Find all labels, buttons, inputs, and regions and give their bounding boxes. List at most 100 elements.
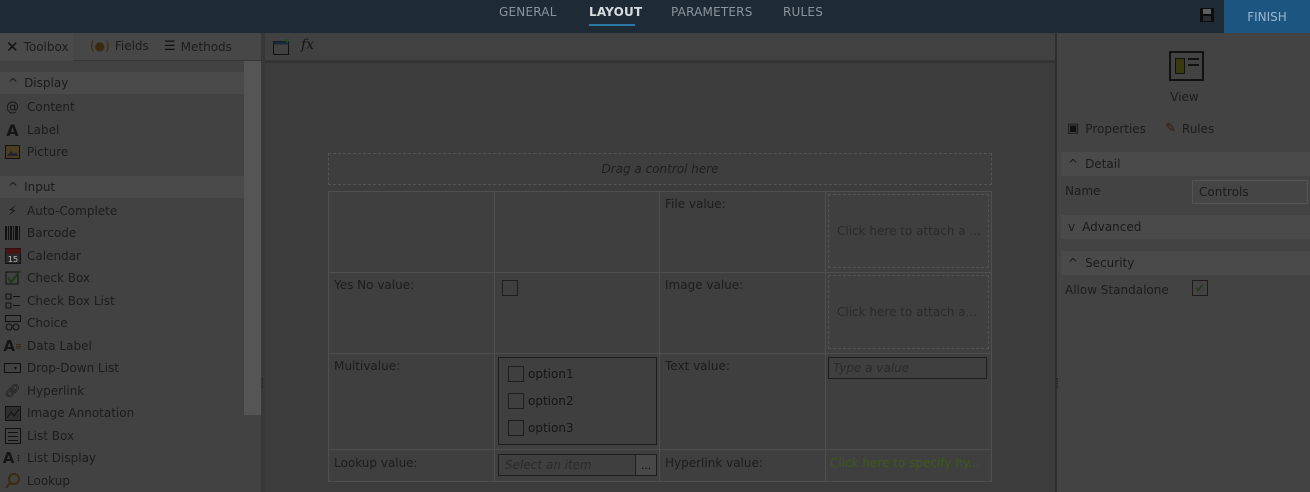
item-label: List Box (27, 429, 75, 443)
section-security-label: Security (1085, 256, 1135, 270)
toolbox-item-auto-complete[interactable]: ⚡ Auto-Complete (4, 201, 117, 221)
option-item[interactable]: option3 (508, 420, 574, 436)
name-label: Name (1065, 184, 1101, 198)
toolbox-item-label[interactable]: A Label (4, 120, 59, 140)
group-input[interactable]: ^ Input (0, 176, 244, 198)
item-label: Check Box List (27, 294, 115, 308)
tab-layout[interactable]: LAYOUT (589, 5, 642, 19)
text-value-label: Text value: (665, 359, 730, 373)
table-cell[interactable] (495, 192, 660, 273)
tab-properties-label: Properties (1085, 121, 1146, 136)
calendar-day: 15 (7, 255, 17, 264)
text-value-input[interactable]: Type a value (828, 357, 987, 379)
option-item[interactable]: option1 (508, 366, 574, 382)
name-field[interactable]: Controls (1192, 180, 1308, 204)
toolbox-scrollbar[interactable] (244, 61, 261, 415)
top-bar: GENERAL LAYOUT PARAMETERS RULES FINISH (0, 0, 1310, 33)
tab-rules-label: Rules (1181, 121, 1215, 136)
drop-zone[interactable]: Drag a control here (328, 153, 992, 185)
add-table-icon[interactable] (273, 38, 291, 56)
file-attachment[interactable]: Click here to attach a ... (828, 194, 989, 268)
toolbox-item-barcode[interactable]: Barcode (4, 223, 76, 243)
canvas-toolbar: fx (265, 33, 1055, 61)
item-label: List Display (27, 451, 97, 465)
toolbox-item-check-box-list[interactable]: Check Box List (4, 291, 115, 311)
option-checkbox[interactable] (508, 366, 524, 382)
tab-toolbox-label: Toolbox (23, 40, 69, 54)
splitter-grip (262, 378, 264, 388)
toolbox-item-list-display[interactable]: A ⋮ List Display (2, 448, 97, 468)
section-detail[interactable]: ^ Detail (1061, 152, 1310, 176)
chevron-up-icon: ^ (1068, 256, 1079, 270)
item-label: Picture (27, 145, 69, 159)
toolbox-item-choice[interactable]: Choice (4, 313, 68, 333)
tab-methods-label: Methods (180, 39, 232, 54)
allow-standalone-label: Allow Standalone (1065, 283, 1169, 297)
image-annotation-icon (4, 405, 21, 422)
allow-standalone-checkbox[interactable]: ✔ (1192, 280, 1208, 296)
layout-table: File value: Click here to attach a ... Y… (328, 191, 992, 482)
section-security[interactable]: ^ Security (1061, 251, 1310, 275)
tab-rules-panel[interactable]: ✎ Rules (1165, 121, 1214, 136)
image-value-label: Image value: (665, 278, 744, 292)
magnifier-icon (4, 473, 21, 490)
option-item[interactable]: option2 (508, 393, 574, 409)
checkbox-icon (4, 270, 21, 287)
toolbox-item-drop-down-list[interactable]: Drop-Down List (4, 358, 119, 378)
image-attachment[interactable]: Click here to attach a... (828, 275, 989, 349)
hyperlink-control[interactable]: Click here to specify hy... (830, 456, 980, 470)
option-checkbox[interactable] (508, 420, 524, 436)
lookup-button[interactable]: ... (635, 454, 657, 476)
toolbox-item-lookup[interactable]: Lookup (4, 471, 70, 491)
toolbox-item-content[interactable]: @ Content (4, 97, 75, 117)
active-tab-underline (589, 24, 635, 26)
option-checkbox[interactable] (508, 393, 524, 409)
lightning-icon: ⚡ (7, 203, 18, 219)
toolbox-item-picture[interactable]: Picture (4, 142, 68, 162)
tab-fields[interactable]: (●) Fields (90, 39, 149, 53)
group-display[interactable]: ^ Display (0, 72, 244, 94)
item-label: Image Annotation (27, 406, 135, 420)
tab-parameters[interactable]: PARAMETERS (671, 5, 753, 19)
multivalue-label: Multivalue: (334, 359, 401, 373)
toolbox-item-hyperlink[interactable]: 🔗︎ Hyperlink (4, 381, 84, 401)
section-advanced[interactable]: v Advanced (1061, 215, 1310, 239)
toolbox-item-check-box[interactable]: Check Box (4, 268, 90, 288)
at-sign-icon: @ (6, 99, 19, 115)
wrench-icon: ✕ (6, 38, 19, 56)
fields-icon: (●) (90, 39, 110, 53)
expression-icon[interactable]: fx (301, 37, 314, 53)
tab-toolbox[interactable]: ✕ Toolbox (0, 33, 73, 61)
tab-methods[interactable]: ☰ Methods (164, 39, 232, 54)
item-label: Content (27, 100, 75, 114)
tab-rules[interactable]: RULES (783, 5, 823, 19)
view-icon (1169, 51, 1204, 81)
save-icon[interactable] (1199, 7, 1215, 23)
chevron-down-icon: v (1068, 220, 1076, 234)
item-label: Hyperlink (27, 384, 85, 398)
item-label: Barcode (27, 226, 77, 240)
finish-button[interactable]: FINISH (1224, 0, 1310, 33)
toolbox-item-data-label[interactable]: A ≡ Data Label (3, 336, 92, 356)
letter-a-icon: A (6, 120, 19, 140)
yesno-value-label: Yes No value: (334, 278, 415, 292)
chevron-up-icon: ^ (1068, 157, 1079, 171)
option-label: option2 (528, 394, 574, 408)
toolbox-item-calendar[interactable]: 15 Calendar (4, 246, 81, 266)
tab-properties[interactable]: ▣ Properties (1067, 121, 1146, 136)
calendar-icon: 15 (4, 248, 21, 265)
table-cell[interactable] (495, 273, 660, 354)
tab-fields-label: Fields (114, 39, 149, 53)
item-label: Drop-Down List (27, 361, 119, 375)
list-display-icon: A ⋮ (2, 449, 23, 467)
yesno-checkbox[interactable] (502, 280, 518, 296)
section-advanced-label: Advanced (1082, 220, 1142, 234)
properties-icon: ▣ (1067, 121, 1080, 136)
layout-canvas: fx Drag a control here File value: Click… (265, 33, 1055, 492)
data-label-icon: A ≡ (3, 337, 22, 355)
table-cell[interactable] (329, 192, 495, 273)
tab-general[interactable]: GENERAL (499, 5, 557, 19)
lookup-input[interactable]: Select an item (498, 454, 636, 476)
toolbox-item-list-box[interactable]: List Box (4, 426, 74, 446)
toolbox-item-image-annotation[interactable]: Image Annotation (4, 403, 134, 423)
